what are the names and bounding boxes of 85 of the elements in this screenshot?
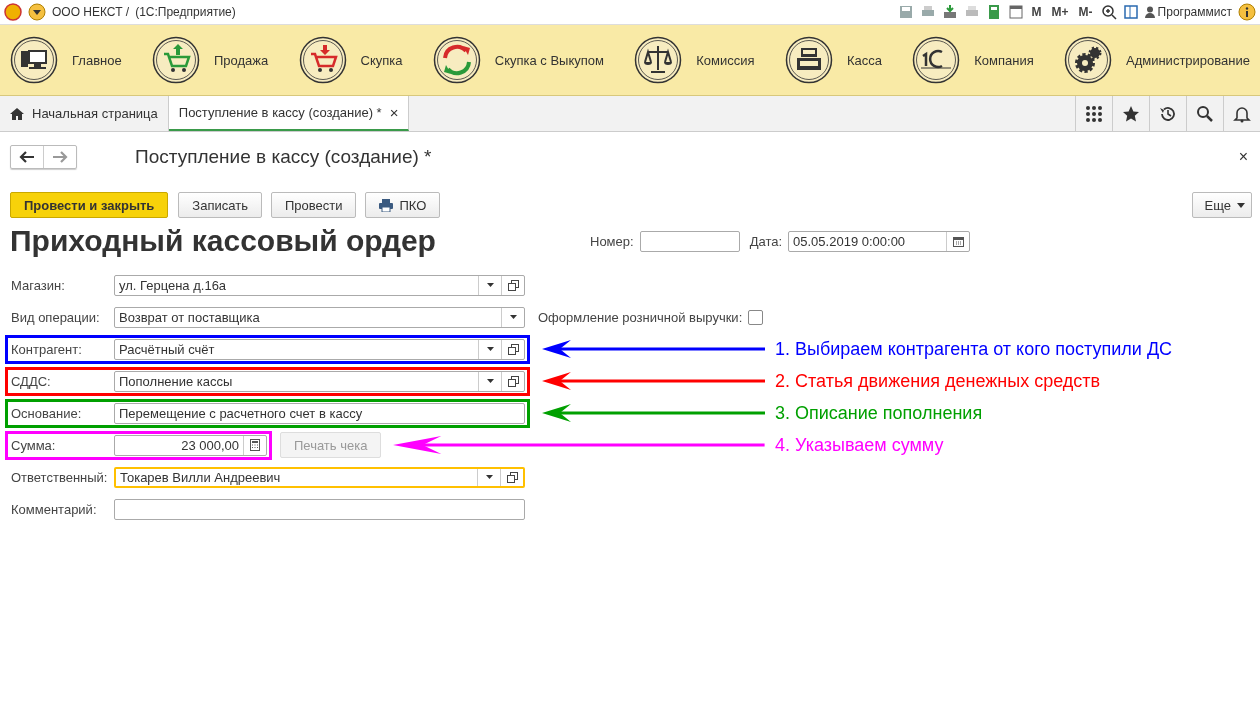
section-item[interactable]: Компания (912, 36, 1034, 84)
field-label: Ответственный: (11, 469, 109, 485)
close-tab-button[interactable]: × (389, 104, 399, 121)
select-field[interactable]: ул. Герцена д.16а (114, 274, 525, 296)
select-field[interactable]: Возврат от поставщика (114, 306, 525, 328)
field-label: Вид операции: (11, 309, 101, 325)
input-field[interactable] (114, 498, 525, 520)
dropdown-caret-icon[interactable] (485, 475, 493, 479)
info-icon[interactable] (1238, 3, 1256, 21)
cart-icon (151, 36, 200, 84)
field-label: Основание: (11, 405, 83, 421)
dropdown-icon[interactable] (28, 3, 46, 21)
open-icon[interactable] (507, 343, 519, 355)
section-item[interactable]: Продажа (151, 36, 269, 84)
annotation-text: 1. Выбираем контрагента от кого поступили ДС (775, 338, 1174, 360)
memory-button[interactable]: M+ (1049, 5, 1071, 19)
section-item[interactable]: Администрирование (1064, 36, 1250, 84)
field-label: Дата: (749, 233, 783, 249)
annotation-text: 3. Описание пополнения (775, 402, 984, 424)
field-label: Номер: (590, 233, 634, 249)
document-heading: Приходный кассовый ордер (10, 224, 437, 258)
field-label: Комментарий: (11, 501, 98, 517)
cash-register-icon (784, 36, 833, 84)
computer-icon (10, 36, 58, 84)
toolbar-button[interactable]: Провести и закрыть (10, 192, 169, 218)
amount-field[interactable]: 23 000,00 (114, 434, 267, 456)
field-label: Магазин: (11, 277, 66, 293)
dropdown-caret-icon[interactable] (486, 283, 494, 287)
section-item[interactable]: Комиссия (634, 36, 755, 84)
dropdown-caret-icon[interactable] (509, 315, 517, 319)
more-button[interactable]: Еще (1191, 192, 1252, 218)
logo-icon[interactable] (4, 3, 22, 21)
history-icon[interactable] (1159, 104, 1177, 123)
tab[interactable]: Начальная страница (0, 96, 169, 131)
form-title: Поступление в кассу (создание) * (135, 146, 432, 168)
application-name: (1С:Предприятие) (135, 5, 236, 19)
open-icon[interactable] (506, 471, 518, 483)
home-icon (10, 106, 24, 121)
input-field[interactable]: Перемещение с расчетного счет в кассу (114, 402, 525, 424)
calculator-icon[interactable] (250, 439, 260, 451)
number-field[interactable] (639, 230, 740, 252)
section-item[interactable]: Скупка с Выкупом (432, 36, 604, 84)
gears-icon (1064, 36, 1112, 84)
annotation-text: 2. Статья движения денежных средств (775, 370, 1102, 392)
organization-name: ООО НЕКСТ / (52, 5, 130, 19)
user-menu[interactable]: Программист (1144, 5, 1232, 19)
bell-icon[interactable] (1233, 104, 1251, 123)
cart-icon (298, 36, 347, 84)
cycle-arrows-icon (432, 36, 481, 84)
printer-icon (379, 198, 394, 212)
dropdown-caret-icon[interactable] (486, 347, 494, 351)
dropdown-caret-icon[interactable] (486, 379, 494, 383)
toolbar-button[interactable]: ПКО (365, 192, 441, 218)
annotation-text: 4. Указываем сумму (775, 434, 945, 456)
open-icon[interactable] (507, 375, 519, 387)
memory-button[interactable]: M (1029, 5, 1044, 19)
zoom-icon[interactable] (1100, 4, 1117, 20)
checkbox[interactable] (748, 309, 764, 325)
apps-grid-icon[interactable] (1085, 104, 1103, 123)
field-label: СДДС: (11, 373, 52, 389)
calendar-icon[interactable] (952, 235, 964, 247)
calendar-icon[interactable] (1007, 4, 1024, 20)
tab[interactable]: Поступление в кассу (создание) * × (168, 96, 410, 131)
section-item[interactable]: Скупка (298, 36, 403, 84)
memory-button[interactable]: M- (1076, 5, 1095, 19)
section-item[interactable]: Главное (10, 36, 122, 84)
select-field[interactable]: Токарев Вилли Андреевич (114, 466, 525, 488)
logo-icon (912, 36, 961, 84)
toolbar-button[interactable]: Записать (178, 192, 262, 218)
star-icon[interactable] (1122, 104, 1140, 123)
caret-icon (1237, 202, 1245, 208)
toolbar-button[interactable]: Провести (270, 192, 357, 218)
field-label: Сумма: (11, 437, 57, 453)
scales-icon (634, 36, 683, 84)
close-button[interactable]: × (1238, 148, 1248, 166)
select-field[interactable]: Пополнение кассы (114, 370, 525, 392)
field-label: Контрагент: (11, 341, 83, 357)
date-field[interactable]: 05.05.2019 0:00:00 (788, 230, 971, 252)
user-icon (1144, 6, 1155, 18)
section-item[interactable]: Касса (784, 36, 882, 84)
select-field[interactable]: Расчётный счёт (114, 338, 525, 360)
panel-icon[interactable] (1122, 4, 1139, 20)
search-icon[interactable] (1196, 104, 1214, 123)
open-icon[interactable] (507, 279, 519, 291)
checkbox-label: Оформление розничной выручки: (538, 309, 743, 325)
